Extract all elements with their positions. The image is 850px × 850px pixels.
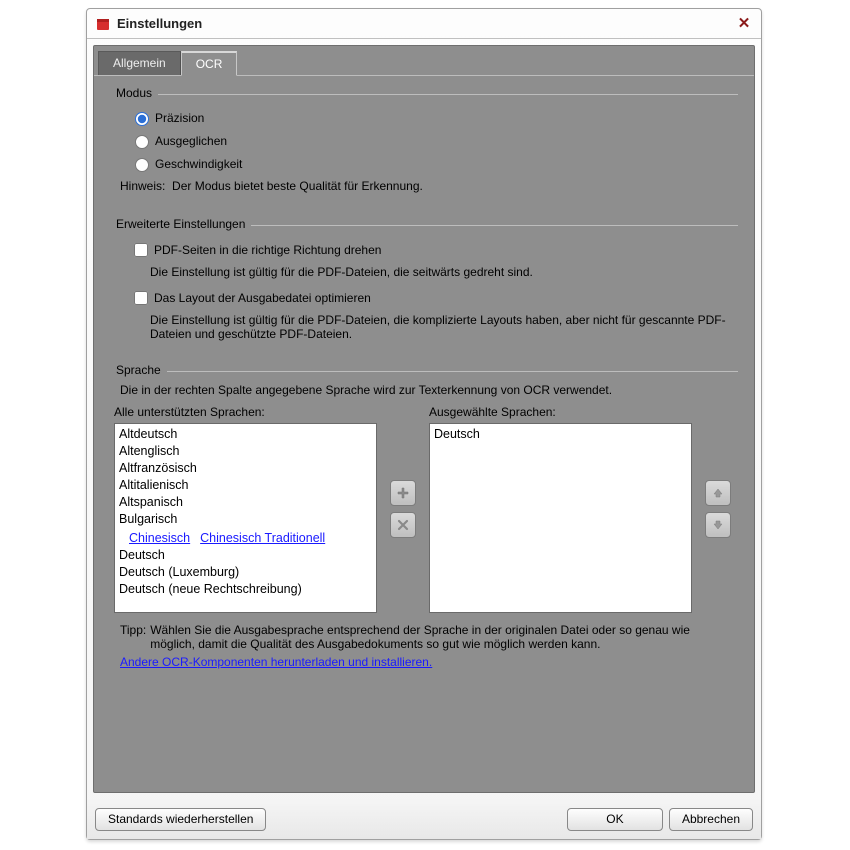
mode-hint-label: Hinweis: [120, 179, 165, 193]
radio-precision[interactable] [135, 112, 149, 126]
radio-balanced-label: Ausgeglichen [155, 134, 227, 148]
list-item[interactable]: Deutsch [434, 426, 687, 443]
checkbox-layout[interactable] [134, 291, 148, 305]
list-item[interactable]: Altitalienisch [119, 477, 372, 494]
list-item[interactable]: Chinesisch [119, 528, 190, 547]
titlebar: Einstellungen ✕ [87, 9, 761, 39]
all-languages-list[interactable]: AltdeutschAltenglischAltfranzösischAltit… [114, 423, 377, 613]
tip-label: Tipp: [120, 623, 146, 651]
close-icon[interactable]: ✕ [735, 15, 753, 33]
mode-option-precision[interactable]: Präzision [110, 106, 738, 129]
language-section: Sprache Die in der rechten Spalte angege… [110, 363, 738, 669]
language-desc: Die in der rechten Spalte angegebene Spr… [110, 377, 738, 405]
list-item[interactable]: Deutsch [119, 547, 372, 564]
radio-speed-label: Geschwindigkeit [155, 157, 242, 171]
advanced-group-label: Erweiterte Einstellungen [110, 217, 251, 231]
list-item[interactable]: Altenglisch [119, 443, 372, 460]
checkbox-layout-label: Das Layout der Ausgabedatei optimieren [154, 291, 371, 305]
divider [251, 225, 738, 226]
selected-languages-label: Ausgewählte Sprachen: [429, 405, 692, 423]
selected-languages-list[interactable]: Deutsch [429, 423, 692, 613]
list-item[interactable]: Deutsch (Luxemburg) [119, 564, 372, 581]
mode-option-speed[interactable]: Geschwindigkeit [110, 152, 738, 175]
radio-speed[interactable] [135, 158, 149, 172]
radio-balanced[interactable] [135, 135, 149, 149]
layout-note: Die Einstellung ist gültig für die PDF-D… [110, 311, 738, 347]
selected-languages-col: Ausgewählte Sprachen: Deutsch [429, 405, 692, 613]
list-item[interactable]: Altdeutsch [119, 426, 372, 443]
divider [158, 94, 738, 95]
tab-general[interactable]: Allgemein [98, 51, 181, 76]
mode-option-balanced[interactable]: Ausgeglichen [110, 129, 738, 152]
restore-defaults-button[interactable]: Standards wiederherstellen [95, 808, 266, 831]
dialog-body: Allgemein OCR Modus Präzision Ausgeglich… [93, 45, 755, 793]
radio-precision-label: Präzision [155, 111, 204, 125]
all-languages-label: Alle unterstützten Sprachen: [114, 405, 377, 423]
ok-button[interactable]: OK [567, 808, 663, 831]
download-ocr-link[interactable]: Andere OCR-Komponenten herunterladen und… [110, 653, 432, 669]
cancel-button[interactable]: Abbrechen [669, 808, 753, 831]
add-language-button[interactable] [390, 480, 416, 506]
window-title: Einstellungen [117, 16, 735, 31]
mode-section: Modus Präzision Ausgeglichen Geschwindig… [110, 86, 738, 193]
rotate-note: Die Einstellung ist gültig für die PDF-D… [110, 263, 738, 285]
remove-language-button[interactable] [390, 512, 416, 538]
tip-text: Wählen Sie die Ausgabesprache entspreche… [150, 623, 732, 651]
tab-content-ocr: Modus Präzision Ausgeglichen Geschwindig… [94, 75, 754, 792]
mode-hint: Hinweis: Der Modus bietet beste Qualität… [110, 175, 738, 193]
tab-ocr[interactable]: OCR [181, 51, 238, 76]
advanced-section: Erweiterte Einstellungen PDF-Seiten in d… [110, 217, 738, 347]
language-group-label: Sprache [110, 363, 167, 377]
order-buttons [702, 405, 734, 613]
checkbox-rotate-label: PDF-Seiten in die richtige Richtung dreh… [154, 243, 381, 257]
advanced-rotate-row[interactable]: PDF-Seiten in die richtige Richtung dreh… [110, 237, 738, 263]
checkbox-rotate[interactable] [134, 243, 148, 257]
list-item[interactable]: Altspanisch [119, 494, 372, 511]
language-columns: Alle unterstützten Sprachen: AltdeutschA… [110, 405, 738, 613]
list-item[interactable]: Deutsch (neue Rechtschreibung) [119, 581, 372, 598]
mode-group-label: Modus [110, 86, 158, 100]
move-down-button[interactable] [705, 512, 731, 538]
dialog-footer: Standards wiederherstellen OK Abbrechen [87, 799, 761, 839]
tab-bar: Allgemein OCR [98, 50, 750, 75]
list-item[interactable]: Bulgarisch [119, 511, 372, 528]
move-up-button[interactable] [705, 480, 731, 506]
list-item[interactable]: Altfranzösisch [119, 460, 372, 477]
mode-hint-text: Der Modus bietet beste Qualität für Erke… [172, 179, 423, 193]
language-tip: Tipp: Wählen Sie die Ausgabesprache ents… [110, 613, 738, 653]
app-icon [95, 16, 111, 32]
settings-dialog: Einstellungen ✕ Allgemein OCR Modus Präz… [86, 8, 762, 840]
mover-buttons [387, 405, 419, 613]
all-languages-col: Alle unterstützten Sprachen: AltdeutschA… [114, 405, 377, 613]
list-item[interactable]: Chinesisch Traditionell [190, 528, 325, 547]
advanced-layout-row[interactable]: Das Layout der Ausgabedatei optimieren [110, 285, 738, 311]
divider [167, 371, 738, 372]
